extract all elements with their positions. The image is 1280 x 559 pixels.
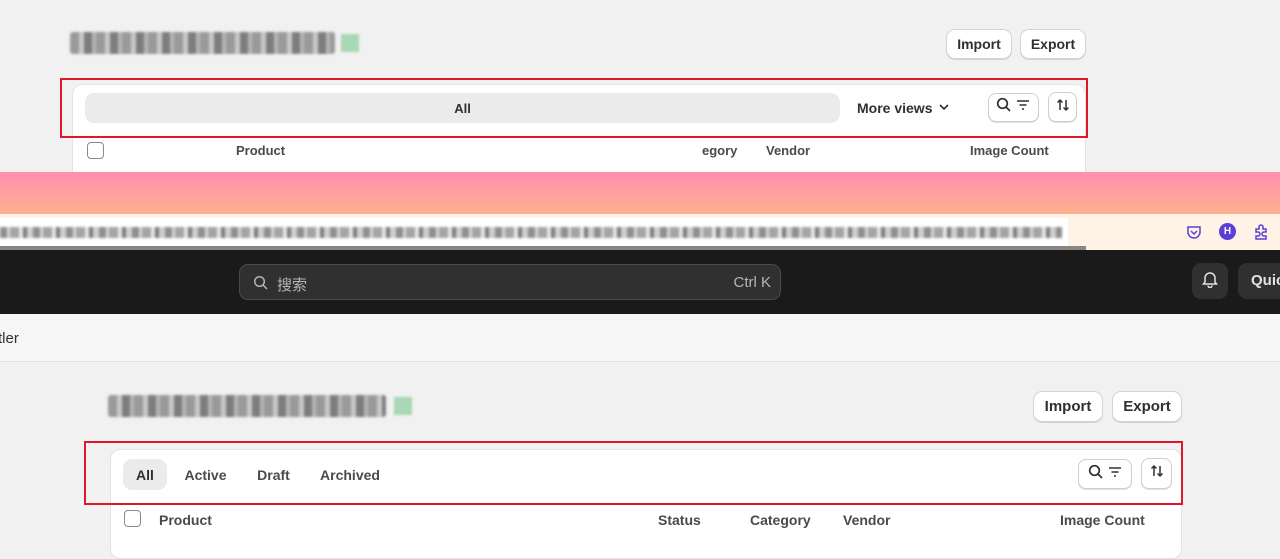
import-button[interactable]: Import (1033, 391, 1103, 422)
breadcrumb-strip: tler (0, 314, 1280, 362)
export-button[interactable]: Export (1112, 391, 1182, 422)
column-header-vendor[interactable]: Vendor (843, 512, 890, 528)
search-shortcut: Ctrl K (733, 274, 772, 291)
column-header-product[interactable]: Product (236, 143, 285, 158)
notifications-button[interactable] (1192, 263, 1228, 299)
column-mask (113, 140, 229, 166)
search-icon (253, 275, 269, 296)
top-section: Import Export All More views Product ego… (0, 0, 1280, 184)
highlight-box-bottom (84, 441, 1183, 505)
export-button[interactable]: Export (1020, 29, 1086, 59)
browser-toolbar: H (0, 214, 1280, 250)
quick-button-label: Quic (1251, 272, 1280, 289)
column-header-category[interactable]: Category (750, 512, 811, 528)
pocket-icon[interactable] (1186, 224, 1202, 245)
global-search-input[interactable]: 搜索 Ctrl K (239, 264, 781, 300)
import-button[interactable]: Import (946, 29, 1012, 59)
browser-tab-strip (0, 172, 1280, 214)
admin-top-bar: 搜索 Ctrl K Quic (0, 250, 1280, 314)
page-title-blurred (70, 32, 335, 54)
page-title-blurred (108, 395, 386, 417)
column-header-category[interactable]: egory (702, 143, 737, 158)
column-header-product[interactable]: Product (159, 512, 212, 528)
column-header-status[interactable]: Status (658, 512, 701, 528)
url-bar-blurred[interactable] (0, 218, 1068, 246)
select-all-checkbox[interactable] (124, 510, 141, 527)
select-all-checkbox[interactable] (87, 142, 104, 159)
extension-avatar[interactable]: H (1219, 223, 1236, 240)
breadcrumb-fragment[interactable]: tler (0, 330, 19, 347)
search-placeholder: 搜索 (277, 277, 308, 294)
extension-avatar-letter: H (1223, 226, 1232, 237)
bell-icon (1201, 270, 1219, 293)
quick-button[interactable]: Quic (1238, 263, 1280, 299)
bottom-section: Import Export All Active Draft Archived … (0, 363, 1280, 559)
column-header-image-count[interactable]: Image Count (1060, 512, 1145, 528)
url-text-blurred (0, 227, 1062, 238)
extensions-puzzle-icon[interactable] (1252, 223, 1270, 246)
column-header-vendor[interactable]: Vendor (766, 143, 810, 158)
column-header-image-count[interactable]: Image Count (970, 143, 1049, 158)
title-badge-blurred (341, 34, 359, 52)
title-badge-blurred (394, 397, 412, 415)
highlight-box-top (60, 78, 1088, 138)
